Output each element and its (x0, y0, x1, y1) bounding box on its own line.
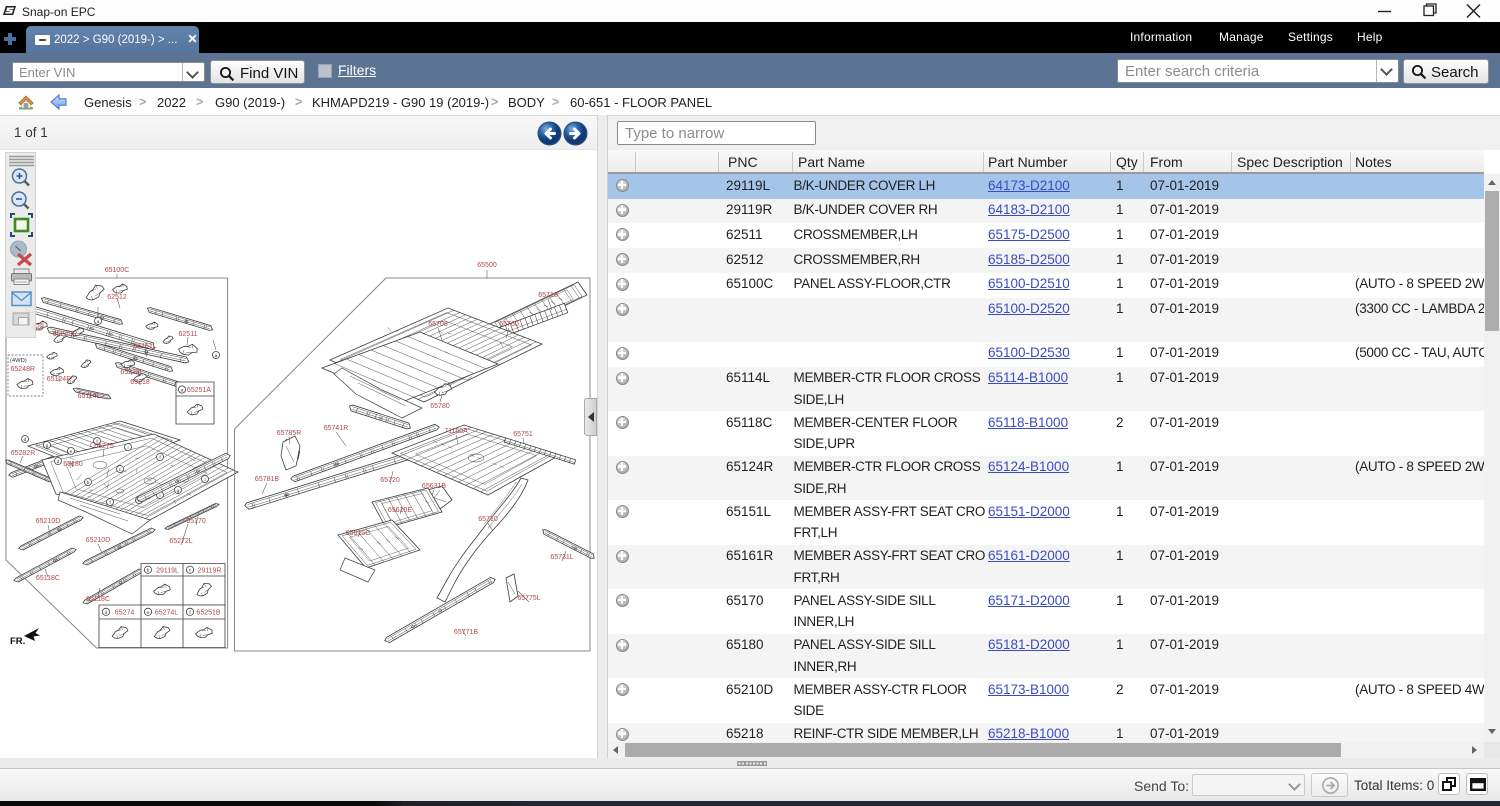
svg-text:65114L: 65114L (78, 393, 101, 400)
svg-text:65610E: 65610E (388, 507, 412, 514)
svg-text:d: d (105, 610, 108, 616)
svg-text:65771B: 65771B (454, 629, 478, 636)
svg-text:65775L: 65775L (517, 595, 540, 602)
svg-text:65100C: 65100C (105, 267, 130, 274)
svg-text:a: a (215, 354, 218, 359)
svg-text:65272L: 65272L (169, 538, 192, 545)
svg-text:FR.: FR. (10, 636, 25, 647)
svg-text:e: e (70, 450, 73, 455)
svg-text:65781B: 65781B (255, 476, 279, 483)
svg-text:65751: 65751 (513, 431, 533, 438)
svg-text:(4WD): (4WD) (10, 358, 27, 364)
svg-text:a: a (181, 389, 184, 394)
svg-text:29119R: 29119R (197, 567, 221, 574)
svg-text:b: b (87, 480, 90, 486)
svg-text:i: i (127, 445, 128, 451)
svg-text:g: g (46, 444, 49, 449)
svg-text:d: d (24, 437, 27, 443)
svg-text:65720: 65720 (380, 477, 400, 484)
svg-text:65251A: 65251A (187, 387, 211, 394)
svg-text:65151L: 65151L (133, 343, 156, 350)
svg-text:65731L: 65731L (550, 554, 573, 561)
svg-text:71160A: 71160A (444, 428, 468, 435)
svg-text:65708: 65708 (428, 321, 448, 328)
svg-text:65615C: 65615C (346, 530, 371, 537)
svg-text:65785R: 65785R (277, 430, 302, 437)
svg-text:65218: 65218 (130, 379, 150, 386)
svg-text:65238L: 65238L (120, 369, 143, 376)
svg-text:65282R: 65282R (11, 450, 36, 457)
svg-text:65780: 65780 (430, 403, 450, 410)
svg-text:65274L: 65274L (155, 609, 178, 616)
svg-text:65710: 65710 (478, 516, 498, 523)
svg-text:65180: 65180 (63, 461, 83, 468)
svg-text:65251B: 65251B (196, 609, 220, 616)
svg-text:g: g (177, 489, 180, 494)
svg-text:65124R: 65124R (47, 376, 72, 383)
svg-text:65741R: 65741R (324, 425, 349, 432)
svg-text:i: i (159, 493, 160, 499)
svg-text:62511: 62511 (179, 331, 198, 338)
svg-text:65275: 65275 (94, 443, 114, 450)
svg-text:65500: 65500 (477, 262, 497, 269)
svg-text:d: d (57, 459, 60, 465)
svg-text:65210D: 65210D (36, 518, 61, 525)
svg-text:65274: 65274 (115, 609, 135, 616)
svg-text:65760: 65760 (499, 321, 519, 328)
svg-text:29119L: 29119L (156, 567, 179, 574)
svg-text:65210D: 65210D (86, 537, 111, 544)
svg-text:65248R: 65248R (53, 331, 78, 338)
svg-text:e: e (147, 611, 150, 616)
svg-text:i: i (204, 477, 205, 483)
svg-text:65248R: 65248R (11, 366, 36, 373)
svg-text:65118C: 65118C (86, 596, 110, 603)
svg-text:65631B: 65631B (422, 483, 446, 490)
svg-text:65118C: 65118C (36, 575, 60, 582)
svg-text:b: b (147, 568, 150, 574)
svg-text:65718: 65718 (538, 292, 558, 299)
svg-text:a: a (97, 320, 100, 325)
svg-text:62512: 62512 (107, 294, 127, 301)
svg-text:65170: 65170 (186, 518, 206, 525)
